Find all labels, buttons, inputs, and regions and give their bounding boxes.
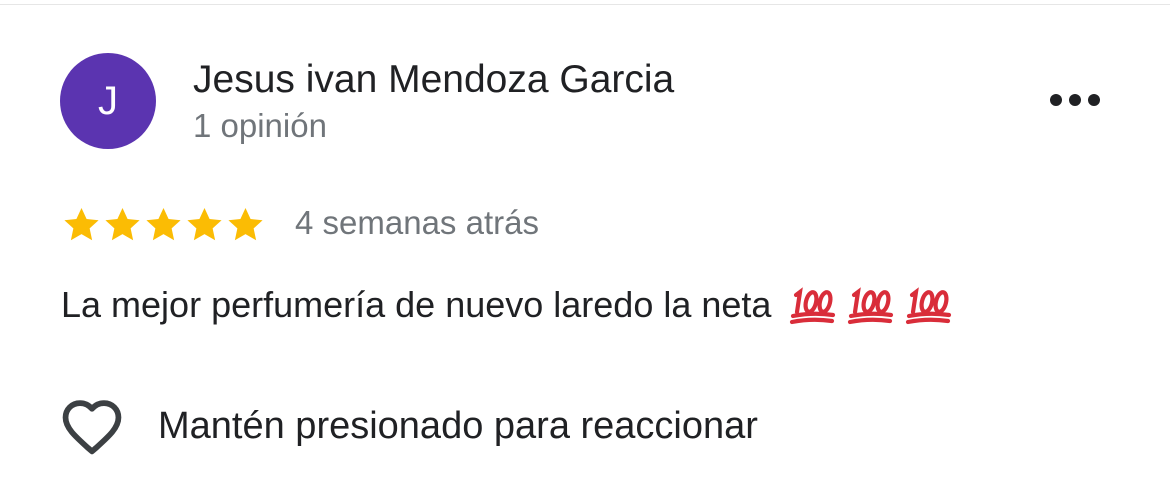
star-icon [105, 208, 140, 241]
avatar[interactable]: J [60, 53, 156, 149]
hundred-points-emoji [906, 287, 952, 325]
rating-stars [61, 205, 266, 245]
star-icon [64, 208, 99, 241]
review-date: 4 semanas atrás [295, 204, 539, 241]
hundred-points-emoji [848, 287, 894, 325]
author-name[interactable]: Jesus ivan Mendoza Garcia [193, 58, 674, 102]
star-icon [187, 208, 222, 241]
avatar-initial: J [98, 79, 118, 123]
react-label: Mantén presionado para reaccionar [158, 405, 758, 447]
star-icon [228, 208, 263, 241]
emoji-group [779, 285, 953, 325]
top-divider [0, 4, 1170, 5]
star-icon [146, 208, 181, 241]
heart-outline-icon [62, 400, 122, 455]
react-button[interactable]: Mantén presionado para reaccionar [58, 394, 758, 458]
hundred-points-emoji [790, 287, 836, 325]
review-body: La mejor perfumería de nuevo laredo la n… [61, 284, 772, 325]
more-options-button[interactable] [1040, 82, 1110, 118]
author-review-count: 1 opinión [193, 107, 327, 144]
review-text: La mejor perfumería de nuevo laredo la n… [61, 282, 953, 328]
more-horizontal-icon [1050, 94, 1100, 106]
